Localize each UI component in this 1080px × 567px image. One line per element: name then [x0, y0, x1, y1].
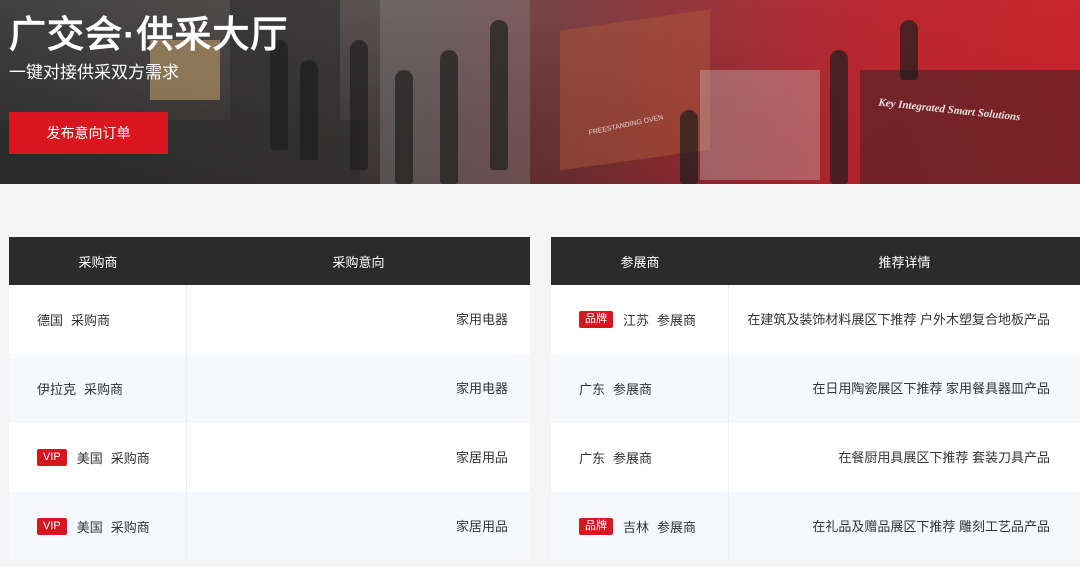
- column-header-exhibitor: 参展商: [620, 254, 660, 270]
- vip-badge: VIP: [37, 518, 67, 535]
- exhibitor-province: 江苏: [623, 313, 650, 328]
- exhibitor-role: 参展商: [613, 451, 653, 466]
- crowd-figure: [300, 60, 318, 160]
- buyer-country: 伊拉克: [37, 382, 77, 397]
- exhibitor-cell: 品牌 吉林 参展商: [551, 492, 729, 561]
- page-subtitle: 一键对接供采双方需求: [9, 63, 179, 82]
- exhibitor-cell: 广东 参展商: [551, 423, 729, 492]
- booth-decoration: [860, 70, 1080, 184]
- buyer-cell: VIP 美国 采购商: [9, 423, 187, 492]
- crowd-figure: [490, 20, 508, 170]
- brand-badge: 品牌: [579, 311, 613, 328]
- table-row[interactable]: 伊拉克 采购商 家用电器: [9, 354, 530, 423]
- table-row[interactable]: 广东 参展商 在日用陶瓷展区下推荐 家用餐具器皿产品: [551, 354, 1080, 423]
- buyer-cell: 德国 采购商: [9, 285, 187, 354]
- detail-cell: 在餐厨用具展区下推荐 套装刀具产品: [838, 450, 1050, 465]
- buyer-country: 美国: [76, 451, 103, 466]
- table-row[interactable]: VIP 美国 采购商 家居用品: [9, 423, 530, 492]
- exhibitor-province: 广东: [579, 382, 606, 397]
- exhibitor-province: 吉林: [623, 520, 650, 535]
- buyer-country: 美国: [76, 520, 103, 535]
- publish-order-button[interactable]: 发布意向订单: [9, 112, 168, 154]
- table-row[interactable]: VIP 美国 采购商 家居用品: [9, 492, 530, 561]
- buyer-role: 采购商: [84, 382, 124, 397]
- intent-cell: 家用电器: [455, 381, 508, 396]
- crowd-figure: [680, 110, 698, 184]
- column-header-buyer: 采购商: [78, 254, 118, 270]
- crowd-figure: [440, 50, 458, 184]
- table-header: 参展商 推荐详情: [551, 237, 1080, 285]
- table-header: 采购商 采购意向: [9, 237, 530, 285]
- buyer-cell: VIP 美国 采购商: [9, 492, 187, 561]
- exhibitor-role: 参展商: [613, 382, 653, 397]
- buyer-role: 采购商: [110, 451, 150, 466]
- crowd-figure: [900, 20, 918, 80]
- exhibitor-cell: 品牌 江苏 参展商: [551, 285, 729, 354]
- column-header-intent: 采购意向: [332, 254, 385, 270]
- buyer-role: 采购商: [110, 520, 150, 535]
- buyer-country: 德国: [37, 313, 64, 328]
- crowd-figure: [830, 50, 848, 184]
- hero-banner: FREESTANDING OVEN Key Integrated Smart S…: [0, 0, 1080, 184]
- brand-badge: 品牌: [579, 518, 613, 535]
- crowd-figure: [350, 40, 368, 170]
- detail-cell: 在礼品及赠品展区下推荐 雕刻工艺品产品: [812, 519, 1050, 534]
- intent-cell: 家用电器: [455, 312, 508, 327]
- exhibitors-table: 参展商 推荐详情 品牌 江苏 参展商 在建筑及装饰材料展区下推荐 户外木塑复合地…: [551, 237, 1080, 561]
- table-row[interactable]: 品牌 吉林 参展商 在礼品及赠品展区下推荐 雕刻工艺品产品: [551, 492, 1080, 561]
- table-row[interactable]: 德国 采购商 家用电器: [9, 285, 530, 354]
- booth-decoration: [700, 70, 820, 180]
- page-title: 广交会·供采大厅: [9, 14, 289, 55]
- exhibitor-cell: 广东 参展商: [551, 354, 729, 423]
- buyer-role: 采购商: [71, 313, 111, 328]
- buyer-cell: 伊拉克 采购商: [9, 354, 187, 423]
- intent-cell: 家居用品: [455, 519, 508, 534]
- exhibitor-role: 参展商: [657, 520, 697, 535]
- vip-badge: VIP: [37, 449, 67, 466]
- detail-cell: 在日用陶瓷展区下推荐 家用餐具器皿产品: [812, 381, 1050, 396]
- intent-cell: 家居用品: [455, 450, 508, 465]
- table-row[interactable]: 品牌 江苏 参展商 在建筑及装饰材料展区下推荐 户外木塑复合地板产品: [551, 285, 1080, 354]
- table-row[interactable]: 广东 参展商 在餐厨用具展区下推荐 套装刀具产品: [551, 423, 1080, 492]
- buyers-table: 采购商 采购意向 德国 采购商 家用电器 伊拉克 采购商 家用电器 VIP 美国…: [9, 237, 530, 561]
- column-header-detail: 推荐详情: [878, 254, 931, 270]
- detail-cell: 在建筑及装饰材料展区下推荐 户外木塑复合地板产品: [747, 312, 1050, 327]
- crowd-figure: [395, 70, 413, 184]
- exhibitor-province: 广东: [579, 451, 606, 466]
- exhibitor-role: 参展商: [657, 313, 697, 328]
